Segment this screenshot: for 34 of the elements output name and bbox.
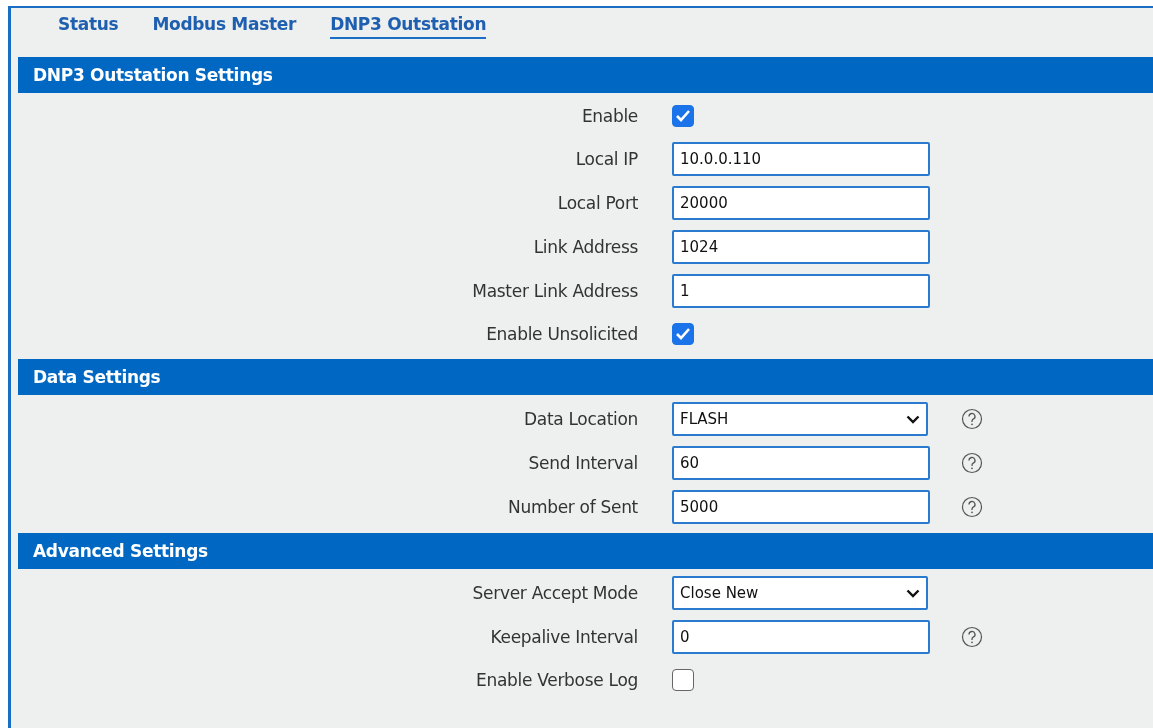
field-label: Enable Verbose Log [475,670,638,690]
section-header: Advanced Settings [18,533,1153,569]
field-label: Enable [580,106,638,126]
section-header: Data Settings [18,359,1153,395]
input-field[interactable]: 0 [672,620,930,654]
input-field[interactable]: 1024 [672,230,930,264]
input-field[interactable]: 10.0.0.110 [672,142,930,176]
chevron-down-icon [906,414,920,424]
checkbox[interactable] [672,669,694,691]
input-field[interactable]: 1 [672,274,930,308]
input-field[interactable]: 60 [672,446,930,480]
chevron-down-icon [906,588,920,598]
checkmark-icon [675,109,691,123]
tab[interactable]: Status [58,8,119,39]
field-label: Keepalive Interval [489,627,638,647]
tab[interactable]: Modbus Master [152,8,297,39]
field-label: Data Location [523,409,638,429]
checkmark-icon [675,327,691,341]
field-label: Master Link Address [471,281,638,301]
field-label: Server Accept Mode [471,583,638,603]
field-label: Link Address [532,237,638,257]
field-label: Local IP [574,149,638,169]
field-label: Enable Unsolicited [485,324,638,344]
checkbox[interactable] [672,323,694,345]
section-header: DNP3 Outstation Settings [18,57,1153,93]
dropdown[interactable]: FLASH [672,402,928,436]
field-label: Send Interval [527,453,638,473]
input-field[interactable]: 5000 [672,490,930,524]
field-label: Local Port [556,193,638,213]
input-field[interactable]: 20000 [672,186,930,220]
tab[interactable]: DNP3 Outstation [330,8,487,39]
checkbox[interactable] [672,105,694,127]
field-label: Number of Sent [507,497,638,517]
dropdown[interactable]: Close New [672,576,928,610]
